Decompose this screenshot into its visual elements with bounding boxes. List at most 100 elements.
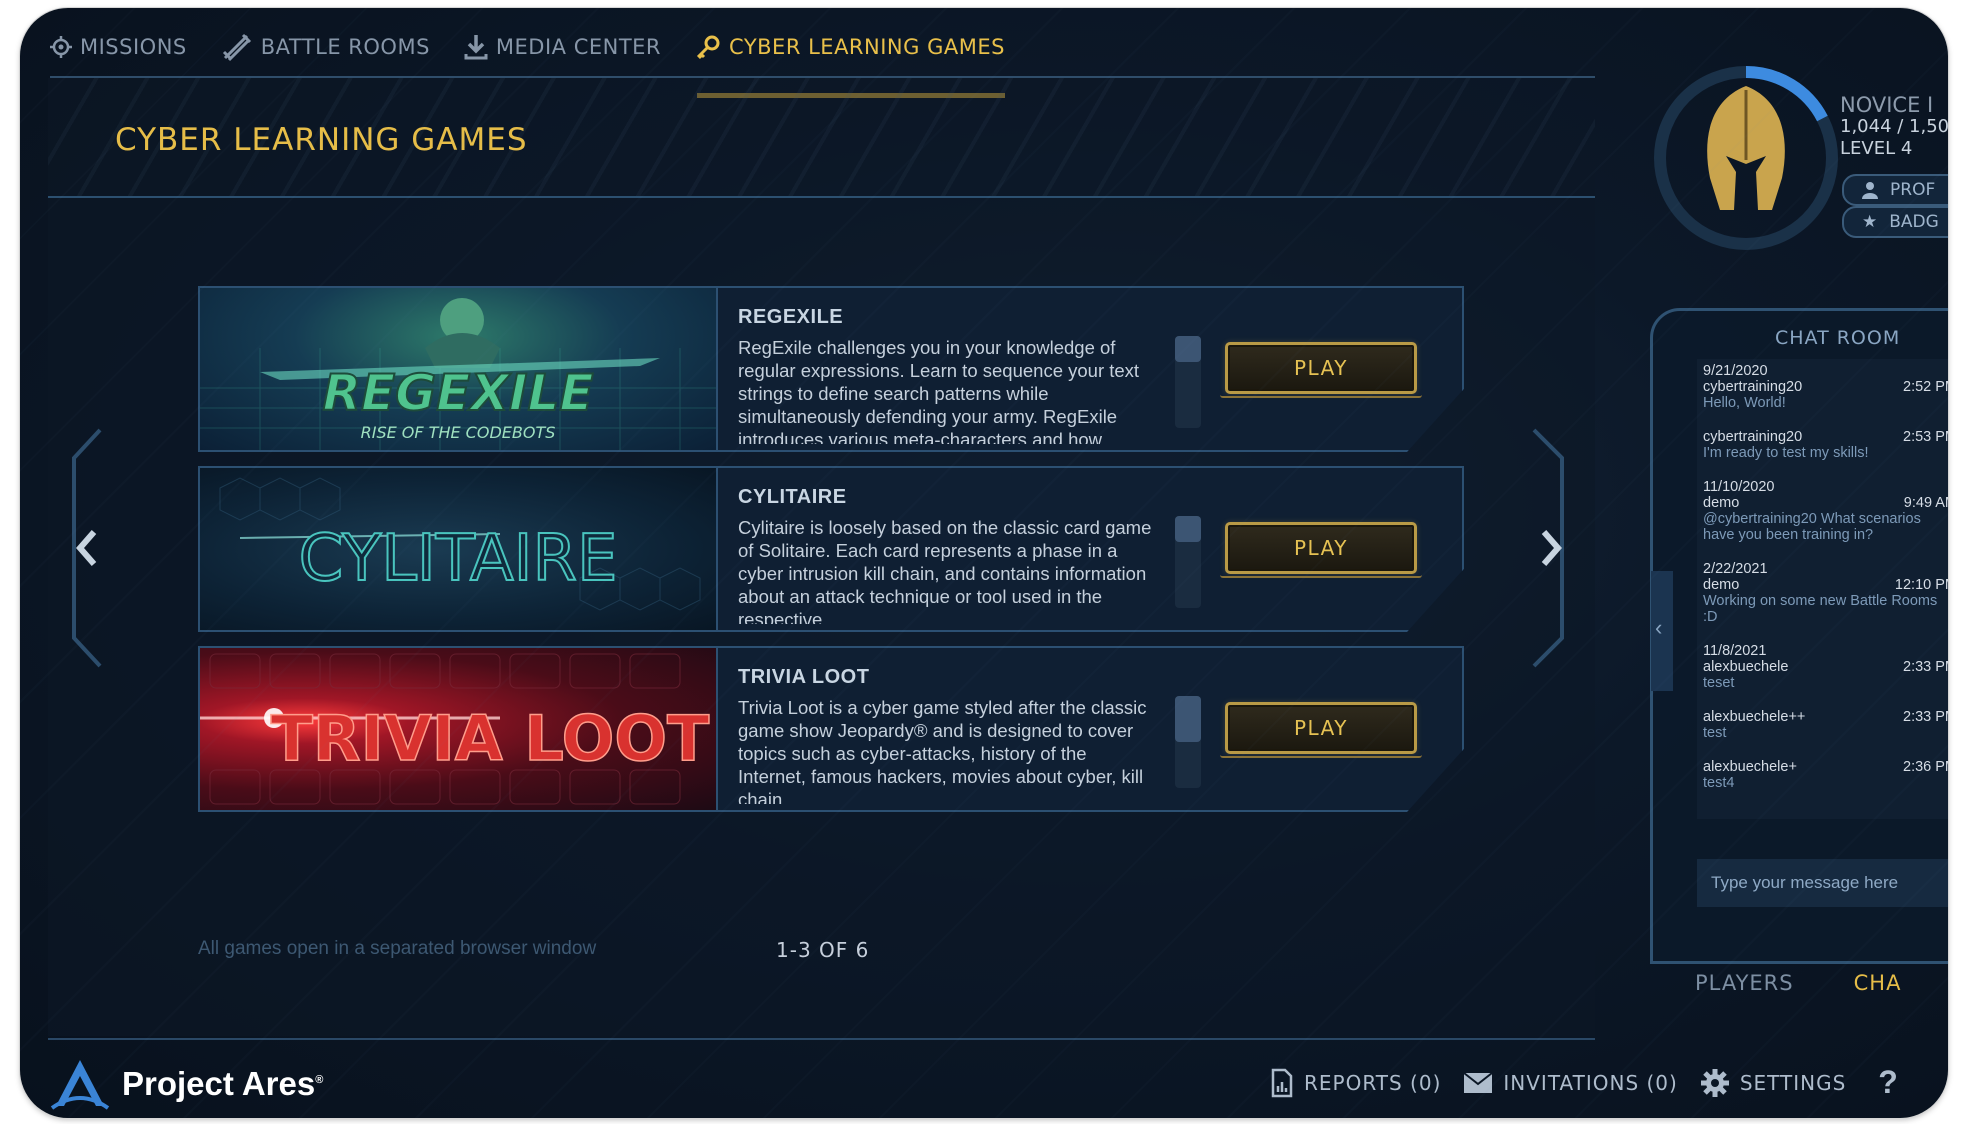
game-card-cylitaire: CYLITAIRE CYLITAIRE Cylitaire is loosely… [198, 466, 1464, 632]
description-scrollbar[interactable] [1175, 336, 1201, 428]
star-icon: ★ [1862, 212, 1878, 232]
brand-name-text: Project Ares [122, 1065, 316, 1102]
nav-media-center[interactable]: MEDIA CENTER [464, 26, 661, 68]
message-time: 2:33 PM [1903, 659, 1948, 675]
message-text: @cybertraining20 What scenarios have you… [1703, 511, 1921, 543]
tab-chat[interactable]: CHA [1824, 963, 1932, 1003]
chat-message: alexbuechele+ 2:36 PM test4 [1697, 759, 1948, 791]
message-user: alexbuechele [1703, 659, 1789, 675]
key-icon [696, 35, 720, 60]
download-icon [464, 35, 488, 60]
game-description: Cylitaire is loosely based on the classi… [738, 517, 1152, 624]
message-time: 12:10 PM [1894, 577, 1948, 593]
message-date: 11/10/2020 [1703, 479, 1775, 495]
nav-cyber-learning-games[interactable]: CYBER LEARNING GAMES [695, 26, 1005, 98]
scrollbar-thumb[interactable] [1175, 696, 1201, 742]
report-icon [1271, 1068, 1293, 1097]
games-footnote: All games open in a separated browser wi… [198, 938, 597, 959]
message-time: 2:36 PM [1903, 759, 1948, 775]
reports-link-label: REPORTS (0) [1304, 1070, 1442, 1095]
game-description: Trivia Loot is a cyber game styled after… [738, 697, 1147, 804]
chat-message: 2/22/2021 demo 12:10 PM Working on some n… [1697, 561, 1948, 625]
message-user: alexbuechele++ [1703, 709, 1806, 725]
message-time: 2:33 PM [1903, 709, 1948, 725]
footer-divider [48, 1038, 1595, 1040]
chat-message: 9/21/2020 cybertraining20 2:52 PM Hello, … [1697, 363, 1948, 411]
play-button-cylitaire[interactable]: PLAY [1220, 522, 1422, 578]
nav-media-center-label: MEDIA CENTER [495, 35, 662, 59]
chat-message: 11/10/2020 demo 9:49 AM @cybertraining20 … [1697, 479, 1948, 543]
trivia-loot-art-title: TRIVIA LOOT [271, 702, 710, 775]
description-scrollbar[interactable] [1175, 516, 1201, 608]
gear-icon [1700, 1068, 1729, 1097]
message-time: 2:53 PM [1903, 429, 1948, 445]
scrollbar-thumb[interactable] [1175, 516, 1201, 542]
page-title: CYBER LEARNING GAMES [115, 122, 528, 158]
next-page-button[interactable] [1530, 428, 1570, 668]
chevron-left-icon: ‹ [1655, 615, 1663, 640]
play-button-regexile[interactable]: PLAY [1220, 342, 1422, 398]
message-user: demo [1703, 495, 1740, 511]
game-card-regexile: REGEXILE RISE OF THE CODEBOTS REGEXILE R… [198, 286, 1464, 452]
xp-count: 1,044 / 1,50 [1840, 116, 1948, 137]
regexile-art-title: REGEXILE [322, 364, 593, 422]
swords-icon [222, 33, 251, 62]
nav-missions[interactable]: MISSIONS [50, 26, 187, 68]
nav-battle-rooms-label: BATTLE ROOMS [260, 35, 430, 59]
registered-mark: ® [315, 1074, 324, 1086]
nav-missions-label: MISSIONS [80, 35, 187, 59]
xp-ring [1654, 66, 1838, 250]
rank-name: NOVICE I [1840, 93, 1934, 117]
message-text: Working on some new Battle Rooms :D [1703, 593, 1938, 625]
rank-info: NOVICE I 1,044 / 1,50 LEVEL 4 [1840, 94, 1948, 160]
message-date: 11/8/2021 [1703, 643, 1767, 659]
chat-room: CHAT ROOM ‹ 9/21/2020 cybertraining20 2:5… [1650, 308, 1948, 964]
chat-collapse-button[interactable]: ‹ [1651, 571, 1673, 691]
project-ares-logo-icon [50, 1060, 110, 1110]
chat-message-list[interactable]: 9/21/2020 cybertraining20 2:52 PM Hello, … [1697, 359, 1948, 819]
profile-button[interactable]: PROF [1842, 174, 1948, 206]
panel-header: CYBER LEARNING GAMES [48, 78, 1595, 198]
regexile-art-subtitle: RISE OF THE CODEBOTS [361, 423, 556, 442]
reports-link[interactable]: REPORTS (0) [1270, 1068, 1441, 1098]
nav-battle-rooms[interactable]: BATTLE ROOMS [221, 26, 430, 68]
invitations-link[interactable]: INVITATIONS (0) [1463, 1071, 1677, 1095]
invitations-link-label: INVITATIONS (0) [1503, 1070, 1678, 1095]
trivia-loot-art: TRIVIA LOOT [200, 653, 710, 805]
message-time: 2:52 PM [1903, 379, 1948, 395]
profile-button-label: PROF [1890, 180, 1936, 200]
message-date: 9/21/2020 [1703, 363, 1768, 379]
badges-button[interactable]: ★ BADG [1842, 206, 1948, 238]
description-scrollbar[interactable] [1175, 696, 1201, 788]
footer-bar: Project Ares® REPORTS (0) INVITATIONS (0… [20, 1058, 1948, 1118]
message-text: teset [1703, 675, 1735, 691]
level-label: LEVEL 4 [1840, 138, 1913, 159]
play-button-trivia-loot[interactable]: PLAY [1220, 702, 1422, 758]
regexile-art: REGEXILE RISE OF THE CODEBOTS [200, 298, 716, 450]
chat-title: CHAT ROOM [1775, 327, 1901, 349]
brand-name: Project Ares® [122, 1065, 323, 1103]
message-date: 2/22/2021 [1703, 561, 1768, 577]
help-icon[interactable]: ? [1878, 1064, 1898, 1101]
scrollbar-thumb[interactable] [1175, 336, 1201, 362]
tab-players[interactable]: PLAYERS [1665, 963, 1824, 1003]
game-card-trivia-loot: TRIVIA LOOT TRIVIA LOOT Trivia Loot is a… [198, 646, 1464, 812]
previous-page-button[interactable] [68, 428, 108, 668]
regexile-thumbnail[interactable]: REGEXILE RISE OF THE CODEBOTS [200, 288, 718, 450]
chat-message: 11/8/2021 alexbuechele 2:33 PM teset [1697, 643, 1948, 691]
cylitaire-thumbnail[interactable]: CYLITAIRE [200, 468, 718, 630]
settings-link-label: SETTINGS [1739, 1070, 1847, 1095]
crosshair-icon [50, 36, 72, 58]
chat-message: alexbuechele++ 2:33 PM test [1697, 709, 1948, 741]
badges-button-label: BADG [1889, 212, 1939, 232]
chat-message: cybertraining20 2:53 PM I'm ready to test… [1697, 429, 1948, 461]
settings-link[interactable]: SETTINGS [1700, 1068, 1846, 1098]
brand[interactable]: Project Ares® [50, 1058, 323, 1110]
chat-message-input[interactable]: Type your message here [1697, 859, 1948, 907]
person-icon [1862, 182, 1878, 199]
trivia-loot-thumbnail[interactable]: TRIVIA LOOT [200, 648, 718, 810]
chevron-right-icon [1541, 530, 1562, 566]
game-title: TRIVIA LOOT [738, 666, 870, 688]
chevron-left-icon [76, 530, 97, 566]
footer-links: REPORTS (0) INVITATIONS (0) SETTINGS ? [1270, 1064, 1898, 1101]
